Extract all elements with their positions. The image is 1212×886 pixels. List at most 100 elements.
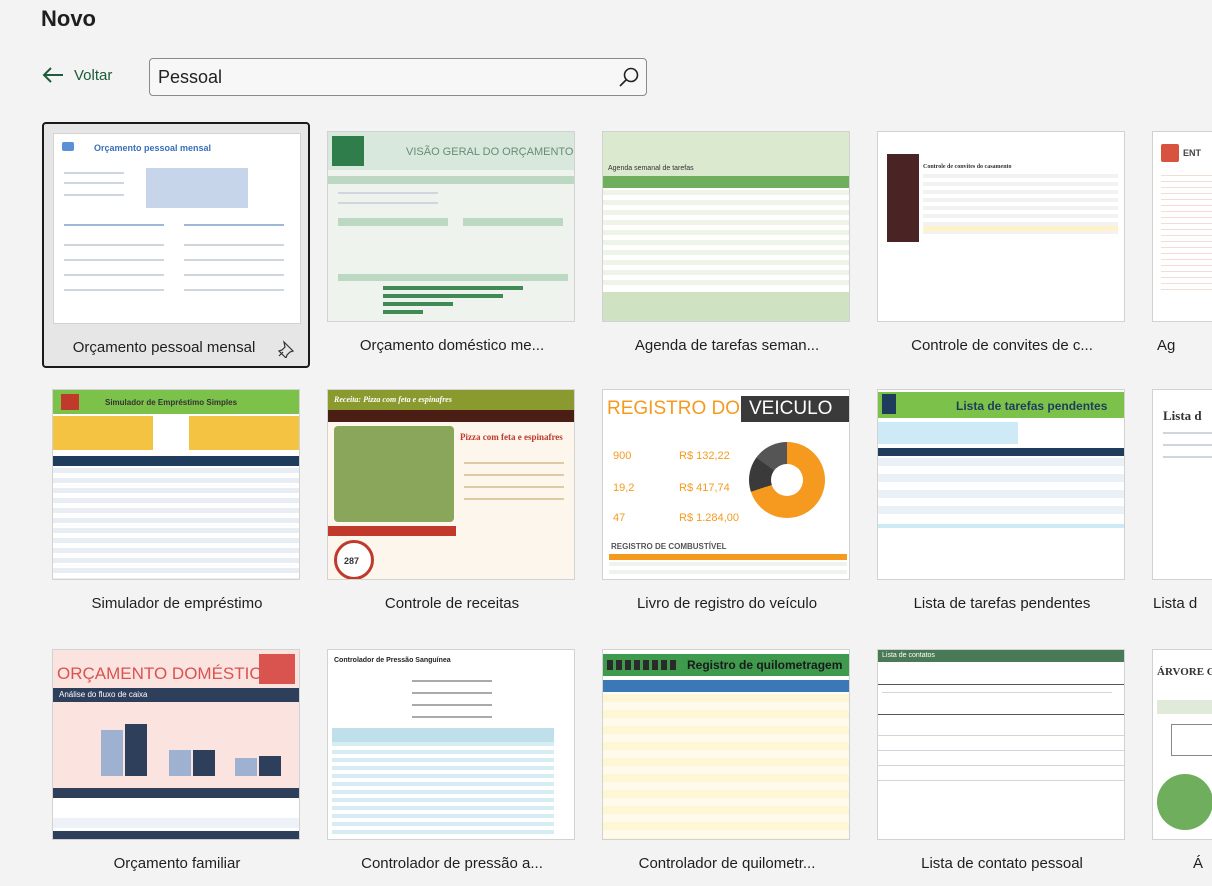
thumb-road	[607, 660, 677, 670]
template-thumbnail: Lista d	[1152, 389, 1212, 580]
chevron-logo-icon	[332, 136, 364, 166]
thumb-title: Controle de convites do casamento	[923, 164, 1012, 170]
thumb-grid	[603, 694, 849, 839]
search-query[interactable]: Pessoal	[158, 67, 222, 88]
template-tile-controle-receitas[interactable]: Receita: Pizza com feta e espinafres Piz…	[318, 380, 586, 626]
thumb-footer	[603, 292, 849, 321]
thumb-bar	[169, 750, 191, 776]
thumb-grid	[332, 742, 554, 836]
template-tile-arvore[interactable]: ÁRVORE G Á	[1143, 640, 1212, 886]
thumb-footer: REGISTRO DE COMBUSTÍVEL	[611, 542, 727, 551]
thumb-title-b: VEICULO	[749, 398, 833, 419]
template-tile-orcamento-familiar[interactable]: ORÇAMENTO DOMÉSTICO Análise do fluxo de …	[43, 640, 311, 886]
thumb-bar	[125, 724, 147, 776]
thumb-title: Simulador de Empréstimo Simples	[105, 398, 238, 407]
thumb-title: ORÇAMENTO DOMÉSTICO	[57, 664, 275, 683]
thumb-grid	[1161, 170, 1212, 295]
template-thumbnail: Lista de tarefas pendentes	[877, 389, 1125, 580]
template-tile-controle-convites[interactable]: Controle de convites do casamento Contro…	[868, 122, 1136, 368]
thumb-band	[603, 176, 849, 188]
thumb-bar	[383, 294, 503, 298]
thumb-grid	[603, 190, 849, 286]
thumb-value: R$ 1.284,00	[679, 512, 739, 524]
template-thumbnail: ORÇAMENTO DOMÉSTICO Análise do fluxo de …	[52, 649, 300, 840]
thumb-summary-box	[146, 168, 248, 208]
template-label: Orçamento familiar	[113, 855, 241, 872]
thumb-summary	[189, 416, 299, 450]
thumb-band	[463, 218, 563, 226]
template-label: Orçamento doméstico me...	[359, 337, 545, 354]
thumb-row	[53, 831, 299, 839]
search-input[interactable]: Pessoal	[149, 58, 647, 96]
template-thumbnail: Receita: Pizza com feta e espinafres Piz…	[327, 389, 575, 580]
template-label: Agenda de tarefas seman...	[634, 337, 820, 354]
thumb-band	[53, 456, 299, 466]
thumb-bar	[235, 758, 257, 776]
thumb-band	[328, 410, 574, 422]
thumb-title: ÁRVORE G	[1157, 666, 1212, 678]
template-tile-agenda-tarefas[interactable]: Agenda semanal de tarefas Agenda de tare…	[593, 122, 861, 368]
tree-illustration	[1157, 774, 1212, 830]
thumb-title-a: REGISTRO DO	[607, 398, 741, 419]
thumb-value: R$ 417,74	[679, 482, 730, 494]
thumb-value: 900	[613, 450, 632, 462]
template-tile-lista[interactable]: Lista d Lista d	[1143, 380, 1212, 626]
back-button[interactable]: Voltar	[42, 66, 112, 84]
template-label: Orçamento pessoal mensal	[72, 339, 256, 356]
template-label: Controle de receitas	[384, 595, 520, 612]
thumb-summary	[878, 422, 1018, 444]
wallet-icon	[62, 142, 74, 151]
template-label: Lista d	[1153, 595, 1198, 612]
template-thumbnail: Orçamento pessoal mensal	[53, 133, 301, 324]
template-thumbnail: Simulador de Empréstimo Simples	[52, 389, 300, 580]
template-thumbnail: Controlador de Pressão Sanguínea	[327, 649, 575, 840]
clipboard-icon	[882, 394, 896, 414]
thumb-bar	[101, 730, 123, 776]
template-tile-lista-contatos[interactable]: Lista de contatos Lista de contato pesso…	[868, 640, 1136, 886]
search-icon[interactable]	[618, 66, 640, 88]
template-thumbnail: Agenda semanal de tarefas	[602, 131, 850, 322]
template-tile-tarefas-pendentes[interactable]: Lista de tarefas pendentes Lista de tare…	[868, 380, 1136, 626]
thumb-title: VISÃO GERAL DO ORÇAMENTO	[406, 146, 574, 158]
thumb-band	[328, 176, 574, 184]
thumb-sidebar	[887, 154, 919, 242]
template-tile-registro-quilometragem[interactable]: Registro de quilometragem Controlador de…	[593, 640, 861, 886]
house-icon	[259, 654, 295, 684]
template-thumbnail: VISÃO GERAL DO ORÇAMENTO	[327, 131, 575, 322]
template-label: Ag	[1157, 337, 1176, 354]
template-thumbnail: Controle de convites do casamento	[877, 131, 1125, 322]
thumb-value: 47	[613, 512, 626, 524]
thumb-title: Lista de tarefas pendentes	[956, 399, 1108, 413]
thumb-title: Agenda semanal de tarefas	[608, 165, 694, 172]
thumb-value: R$ 132,22	[679, 450, 730, 462]
template-thumbnail: ÁRVORE G	[1152, 649, 1212, 840]
pin-icon[interactable]	[277, 340, 295, 358]
thumb-title: Registro de quilometragem	[687, 658, 843, 672]
thumb-band	[53, 788, 299, 798]
template-label: Lista de contato pessoal	[921, 855, 1083, 872]
template-tile-orcamento-domestico[interactable]: VISÃO GERAL DO ORÇAMENTO Orçamento domés…	[318, 122, 586, 368]
thumb-grid	[923, 174, 1118, 234]
donut-hole	[771, 464, 803, 496]
template-tile-pressao-sanguinea[interactable]: Controlador de Pressão Sanguínea Control…	[318, 640, 586, 886]
thumb-band	[1157, 700, 1212, 714]
template-tile-agenda[interactable]: ENT Ag	[1143, 122, 1212, 368]
thumb-band	[603, 680, 849, 692]
thumb-title: Lista d	[1163, 408, 1202, 423]
template-thumbnail: ENT	[1152, 131, 1212, 322]
thumb-title: Receita: Pizza com feta e espinafres	[334, 395, 452, 404]
template-label: Á	[1193, 855, 1204, 872]
thumb-row	[53, 818, 299, 828]
thumb-logo	[1161, 144, 1179, 162]
thumb-subtitle: Pizza com feta e espinafres	[460, 432, 563, 442]
thumb-title: Orçamento pessoal mensal	[94, 143, 212, 153]
thumb-band	[338, 274, 568, 281]
template-tile-orcamento-pessoal-mensal[interactable]: Orçamento pessoal mensal Orçamento pesso…	[42, 122, 310, 368]
template-tile-simulador-emprestimo[interactable]: Simulador de Empréstimo Simples Simulado…	[43, 380, 311, 626]
thumb-bar	[383, 286, 523, 290]
thumb-band	[609, 554, 847, 560]
template-tile-registro-veiculo[interactable]: REGISTRO DO VEICULO 900 19,2 47 R$ 132,2…	[593, 380, 861, 626]
thumb-band	[328, 526, 456, 536]
thumb-inputs	[53, 416, 153, 450]
thumb-title: ENT	[1183, 148, 1201, 158]
